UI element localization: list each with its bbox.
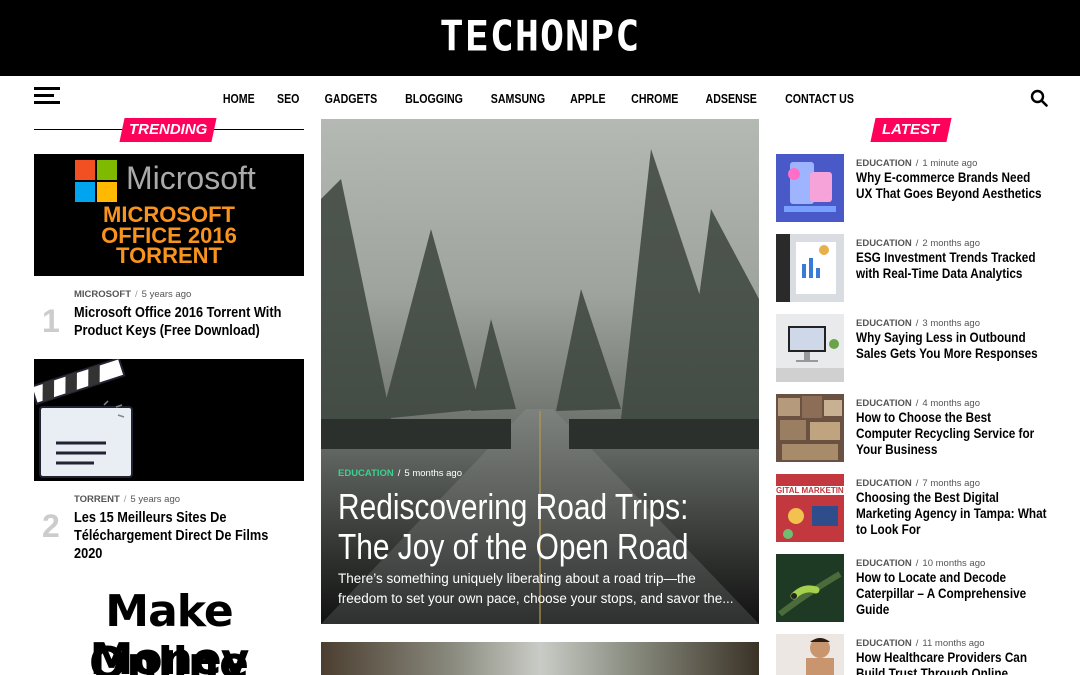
latest-thumb-6: [776, 554, 844, 622]
featured-post[interactable]: EDUCATION/5 months ago Rediscovering Roa…: [321, 119, 759, 624]
trending-number-1: 1: [42, 303, 60, 339]
nav-item-blogging[interactable]: BLOGGING: [405, 92, 463, 106]
site-header: TECHONPC: [0, 0, 1080, 76]
trending-number-2: 2: [42, 508, 60, 544]
latest-meta-2: EDUCATION/2 months ago: [856, 238, 980, 249]
trending-category-1[interactable]: MICROSOFT: [74, 289, 131, 300]
featured-title[interactable]: Rediscovering Road Trips: The Joy of the…: [338, 487, 728, 567]
latest-meta-3: EDUCATION/3 months ago: [856, 318, 980, 329]
featured-time: 5 months ago: [404, 468, 462, 479]
latest-thumb-7: [776, 634, 844, 675]
featured-category[interactable]: EDUCATION: [338, 468, 394, 479]
trending-image-1[interactable]: Microsoft MICROSOFT OFFICE 2016 TORRENT: [34, 154, 304, 276]
latest-item-2[interactable]: EDUCATION/2 months ago ESG Investment Tr…: [776, 234, 1056, 304]
nav-item-gadgets[interactable]: GADGETS: [324, 92, 377, 106]
featured-meta: EDUCATION/5 months ago: [338, 468, 462, 479]
featured-excerpt: There’s something uniquely liberating ab…: [338, 571, 734, 606]
nav-item-chrome[interactable]: CHROME: [631, 92, 678, 106]
trending-time-1: 5 years ago: [141, 289, 192, 300]
second-featured-image[interactable]: [321, 642, 759, 675]
latest-title-5[interactable]: Choosing the Best Digital Marketing Agen…: [856, 490, 1047, 538]
latest-title-4[interactable]: How to Choose the Best Computer Recyclin…: [856, 410, 1047, 458]
clapperboard-icon: [34, 359, 133, 478]
nav-item-seo[interactable]: SEO: [277, 92, 299, 106]
latest-title-2[interactable]: ESG Investment Trends Tracked with Real-…: [856, 250, 1047, 282]
latest-meta-4: EDUCATION/4 months ago: [856, 398, 980, 409]
trending-meta-2: TORRENT/5 years ago: [74, 494, 181, 505]
latest-meta-1: EDUCATION/1 minute ago: [856, 158, 978, 169]
search-icon[interactable]: [1030, 89, 1048, 107]
latest-meta-5: EDUCATION/7 months ago: [856, 478, 980, 489]
nav-item-adsense[interactable]: ADSENSE: [705, 92, 756, 106]
latest-thumb-5: GITAL MARKETING: [776, 474, 844, 542]
trending-title-1[interactable]: Microsoft Office 2016 Torrent With Produ…: [74, 304, 285, 340]
trending-heading: TRENDING: [119, 118, 217, 142]
latest-title-6[interactable]: How to Locate and Decode Caterpillar – A…: [856, 570, 1047, 618]
latest-item-5[interactable]: GITAL MARKETING EDUCATION/7 months ago C…: [776, 474, 1056, 544]
latest-item-3[interactable]: EDUCATION/3 months ago Why Saying Less i…: [776, 314, 1056, 384]
trending-category-2[interactable]: TORRENT: [74, 494, 120, 505]
trending-time-2: 5 years ago: [130, 494, 181, 505]
nav-item-home[interactable]: HOME: [223, 92, 255, 106]
trending-image-3[interactable]: Make Money Online: [34, 582, 304, 675]
make-money-line-2: Online: [88, 638, 250, 675]
image-brand-text: Microsoft: [126, 160, 256, 196]
latest-title-1[interactable]: Why E-commerce Brands Need UX That Goes …: [856, 170, 1047, 202]
latest-thumb-4: [776, 394, 844, 462]
latest-item-1[interactable]: EDUCATION/1 minute ago Why E-commerce Br…: [776, 154, 1056, 224]
nav-menu: HOME SEO GADGETS BLOGGING SAMSUNG APPLE CHROME…: [0, 90, 1080, 108]
image-line-1: MICROSOFT: [103, 202, 235, 227]
latest-heading: LATEST: [870, 118, 952, 142]
trending-title-2[interactable]: Les 15 Meilleurs Sites De Téléchargement…: [74, 509, 285, 563]
image-line-3: TORRENT: [116, 243, 222, 268]
latest-item-7[interactable]: EDUCATION/11 months ago How Healthcare P…: [776, 634, 1056, 675]
latest-title-3[interactable]: Why Saying Less in Outbound Sales Gets Y…: [856, 330, 1047, 362]
latest-meta-6: EDUCATION/10 months ago: [856, 558, 986, 569]
trending-meta-1: MICROSOFT/5 years ago: [74, 289, 192, 300]
latest-title-7[interactable]: How Healthcare Providers Can Build Trust…: [856, 650, 1047, 675]
latest-meta-7: EDUCATION/11 months ago: [856, 638, 985, 649]
nav-item-contact[interactable]: CONTACT US: [785, 92, 854, 106]
latest-item-6[interactable]: EDUCATION/10 months ago How to Locate an…: [776, 554, 1056, 624]
latest-thumb-1: [776, 154, 844, 222]
trending-image-2[interactable]: [34, 359, 304, 481]
latest-thumb-2: [776, 234, 844, 302]
latest-item-4[interactable]: EDUCATION/4 months ago How to Choose the…: [776, 394, 1056, 464]
main-nav: HOME SEO GADGETS BLOGGING SAMSUNG APPLE CHROME…: [0, 76, 1080, 118]
nav-item-samsung[interactable]: SAMSUNG: [490, 92, 544, 106]
latest-thumb-3: [776, 314, 844, 382]
site-logo[interactable]: TECHONPC: [0, 13, 1080, 61]
nav-item-apple[interactable]: APPLE: [571, 92, 606, 106]
